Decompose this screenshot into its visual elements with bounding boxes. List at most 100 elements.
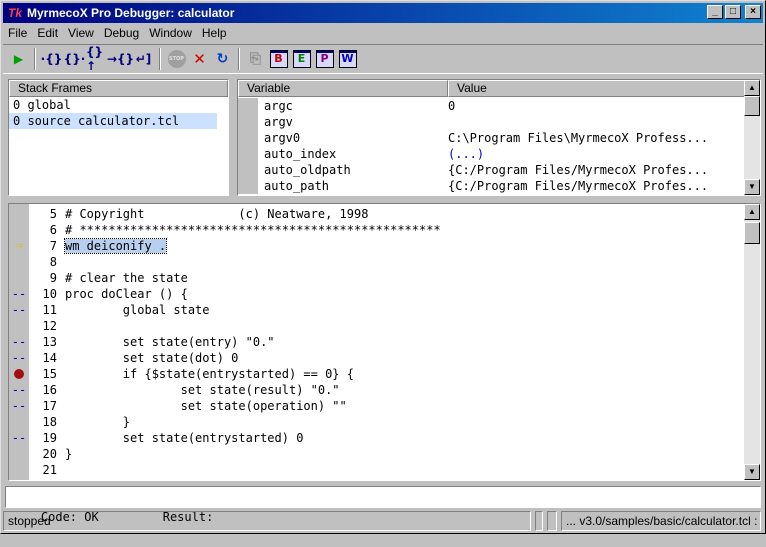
executable-line-marker[interactable]: -- xyxy=(9,302,29,318)
line-number: 19 xyxy=(42,431,57,445)
variable-name: argc xyxy=(264,99,293,113)
stack-frame-row-selected[interactable]: 0 source calculator.tcl xyxy=(9,113,217,129)
code-line[interactable]: -- 16 set state(result) "0." xyxy=(9,382,743,398)
code-line[interactable]: 6 # *************************************… xyxy=(9,222,743,238)
run-button[interactable]: ▶ xyxy=(7,48,30,70)
variable-row[interactable]: argv xyxy=(238,114,743,130)
step-result-button[interactable]: →{} xyxy=(107,48,134,70)
code-line[interactable]: 5 # Copyright (c) Neatware, 1998 xyxy=(9,206,743,222)
restart-button[interactable]: ↻ xyxy=(211,48,234,70)
executable-line-marker[interactable]: -- xyxy=(9,334,29,350)
variables-header: Variable Value xyxy=(238,80,760,97)
code-line[interactable]: -- 19 set state(entrystarted) 0 xyxy=(9,430,743,446)
variable-value: 0 xyxy=(448,99,456,113)
variable-row[interactable]: argc 0 xyxy=(238,98,743,114)
variable-name: auto_index xyxy=(264,147,337,161)
code-line[interactable]: -- 10 proc doClear () { xyxy=(9,286,743,302)
scroll-down-icon[interactable]: ▼ xyxy=(744,464,760,480)
value-column-header[interactable]: Value xyxy=(448,80,760,97)
step-return-button[interactable]: ↵] xyxy=(132,48,155,70)
variable-row[interactable]: argv0 C:\Program Files\MyrmecoX Profess..… xyxy=(238,130,743,146)
menu-help[interactable]: Help xyxy=(197,26,232,40)
scroll-thumb[interactable] xyxy=(744,96,760,116)
minimize-button[interactable]: _ xyxy=(707,5,723,19)
status-bar: stopped ... v3.0/samples/basic/calculato… xyxy=(3,511,763,531)
code-line[interactable]: -- 13 set state(entry) "0." xyxy=(9,334,743,350)
line-number: 11 xyxy=(42,303,57,317)
variable-row[interactable]: auto_oldpath {C:/Program Files/MyrmecoX P… xyxy=(238,162,743,178)
code-line[interactable]: -- 14 set state(dot) 0 xyxy=(9,350,743,366)
variable-row[interactable]: auto_path {C:/Program Files/MyrmecoX Prof… xyxy=(238,178,743,194)
stack-frames-header[interactable]: Stack Frames xyxy=(9,80,228,97)
copy-button[interactable]: ⎘ xyxy=(244,48,267,70)
stack-frames-panel: Stack Frames 0 global 0 source calculato… xyxy=(8,79,229,196)
executable-line-marker[interactable]: -- xyxy=(9,430,29,446)
line-number: 7 xyxy=(49,239,57,253)
variable-value: {C:/Program Files/MyrmecoX Profes... xyxy=(448,163,709,177)
stop-icon: STOP xyxy=(167,50,186,68)
eval-window-button[interactable]: E xyxy=(290,48,313,70)
scroll-down-icon[interactable]: ▼ xyxy=(744,179,760,195)
menu-view[interactable]: View xyxy=(63,26,99,40)
step-over-button[interactable]: {}· xyxy=(63,48,86,70)
code-line[interactable]: -- 17 set state(operation) "" xyxy=(9,398,743,414)
variable-value xyxy=(448,114,743,130)
scroll-up-icon[interactable]: ▲ xyxy=(744,80,760,96)
variable-value: {C:/Program Files/MyrmecoX Profes... xyxy=(448,179,709,193)
line-text: # clear the state xyxy=(65,271,188,285)
close-button[interactable]: × xyxy=(745,5,761,19)
breakpoint-icon[interactable] xyxy=(14,369,24,379)
stop-button[interactable]: STOP xyxy=(165,48,188,70)
scroll-thumb[interactable] xyxy=(744,222,760,244)
procs-window-button[interactable]: P xyxy=(313,48,336,70)
executable-line-marker[interactable]: -- xyxy=(9,350,29,366)
variable-row[interactable]: auto_index (...) xyxy=(238,146,743,162)
code-lines: 5 # Copyright (c) Neatware, 1998 6 # *****… xyxy=(9,206,743,478)
code-line[interactable]: 20} xyxy=(9,446,743,462)
executable-line-marker[interactable]: -- xyxy=(9,382,29,398)
kill-button[interactable]: ✕ xyxy=(188,48,211,70)
stack-frame-row[interactable]: 0 global xyxy=(9,97,228,113)
variable-name: auto_oldpath xyxy=(264,163,351,177)
code-line[interactable]: 15 if {$state(entrystarted) == 0} { xyxy=(9,366,743,382)
step-in-button[interactable]: ·{} xyxy=(40,48,63,70)
line-text: proc doClear () { xyxy=(65,287,188,301)
code-line-current[interactable]: ⇨ 7 wm deiconify . xyxy=(9,238,743,254)
line-number: 5 xyxy=(49,207,57,221)
watch-window-button[interactable]: W xyxy=(336,48,359,70)
code-line[interactable]: -- 11 global state xyxy=(9,302,743,318)
variable-value: (...) xyxy=(448,147,485,161)
menu-file[interactable]: File xyxy=(3,26,32,40)
menu-window[interactable]: Window xyxy=(144,26,197,40)
step-out-button[interactable]: {}↑ xyxy=(86,45,109,73)
executable-line-marker[interactable]: -- xyxy=(9,286,29,302)
app-icon[interactable]: Tk xyxy=(7,5,23,21)
menu-edit[interactable]: Edit xyxy=(32,26,63,40)
code-line[interactable]: 12 xyxy=(9,318,743,334)
menu-debug[interactable]: Debug xyxy=(99,26,144,40)
executable-line-marker[interactable]: -- xyxy=(9,398,29,414)
line-text: } xyxy=(65,415,131,429)
code-scrollbar[interactable]: ▲ ▼ xyxy=(744,204,760,480)
toolbar-separator xyxy=(238,48,240,70)
status-indicator xyxy=(547,511,557,531)
code-line[interactable]: 8 xyxy=(9,254,743,270)
breakpoints-window-button[interactable]: B xyxy=(267,48,290,70)
breakpoints-icon: B xyxy=(269,50,288,68)
variables-scrollbar[interactable]: ▲ ▼ xyxy=(744,80,760,195)
code-line[interactable]: 21 xyxy=(9,462,743,478)
line-number: 18 xyxy=(42,415,57,429)
source-code-panel: 5 # Copyright (c) Neatware, 1998 6 # *****… xyxy=(8,203,761,481)
line-text: set state(entry) "0." xyxy=(65,335,275,349)
variables-panel: Variable Value argc 0 argv argv0 C:\Progra… xyxy=(237,79,761,196)
line-text xyxy=(65,318,743,334)
code-line[interactable]: 9 # clear the state xyxy=(9,270,743,286)
maximize-button[interactable]: □ xyxy=(725,5,741,19)
variable-column-header[interactable]: Variable xyxy=(238,80,448,97)
scroll-up-icon[interactable]: ▲ xyxy=(744,204,760,220)
variable-value: C:\Program Files\MyrmecoX Profess... xyxy=(448,131,709,145)
line-text: wm deiconify . xyxy=(63,238,168,254)
code-line[interactable]: 18 } xyxy=(9,414,743,430)
line-text: # Copyright (c) Neatware, 1998 xyxy=(65,207,369,221)
variable-name: argv0 xyxy=(264,131,301,145)
